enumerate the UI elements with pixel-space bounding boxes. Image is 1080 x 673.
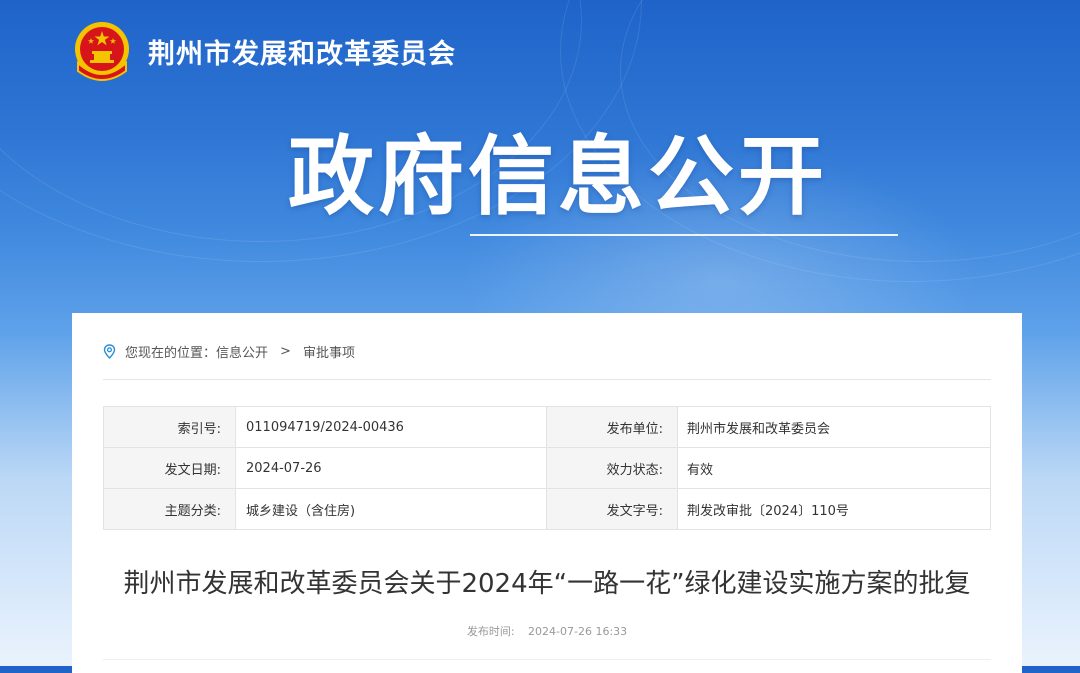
breadcrumb-item-approval[interactable]: 审批事项: [303, 342, 355, 361]
breadcrumb-separator: >: [280, 343, 291, 359]
content-divider: [103, 659, 991, 660]
publish-info: 发布时间: 2024-07-26 16:33: [72, 623, 1022, 639]
table-row: 主题分类: 城乡建设（含住房) 发文字号: 荆发改审批〔2024〕110号: [103, 488, 991, 530]
document-meta-table: 索引号: 011094719/2024-00436 发布单位: 荆州市发展和改革…: [103, 406, 991, 530]
breadcrumb: 您现在的位置： 信息公开 > 审批事项: [103, 339, 355, 363]
document-title: 荆州市发展和改革委员会关于2024年“一路一花”绿化建设实施方案的批复: [123, 569, 971, 599]
issue-date-label: 发文日期:: [103, 447, 236, 489]
publish-time-value: 2024-07-26 16:33: [528, 625, 628, 638]
status-value: 有效: [677, 447, 991, 489]
national-emblem-icon: [75, 22, 129, 81]
topic-value: 城乡建设（含住房): [235, 488, 547, 530]
location-pin-icon: [103, 343, 116, 359]
hero-underline: [470, 234, 898, 236]
issue-date-value: 2024-07-26: [235, 447, 547, 489]
site-name[interactable]: 荆州市发展和改革委员会: [148, 32, 456, 71]
publisher-value: 荆州市发展和改革委员会: [677, 406, 991, 448]
breadcrumb-prefix: 您现在的位置：: [125, 345, 217, 361]
breadcrumb-item-info-disclosure[interactable]: 信息公开: [216, 342, 268, 361]
status-label: 效力状态:: [546, 447, 678, 489]
publish-time-label: 发布时间:: [466, 625, 515, 638]
breadcrumb-divider: [103, 379, 991, 380]
content-card: 您现在的位置： 信息公开 > 审批事项 索引号: 011094719/2024-…: [72, 313, 1022, 673]
doc-number-value: 荆发改审批〔2024〕110号: [677, 488, 991, 530]
hero-title: 政府信息公开: [288, 127, 828, 227]
table-row: 发文日期: 2024-07-26 效力状态: 有效: [103, 447, 991, 489]
index-label: 索引号:: [103, 406, 236, 448]
topic-label: 主题分类:: [103, 488, 236, 530]
doc-number-label: 发文字号:: [546, 488, 678, 530]
publisher-label: 发布单位:: [546, 406, 678, 448]
site-header: 荆州市发展和改革委员会: [72, 16, 456, 86]
index-value: 011094719/2024-00436: [235, 406, 547, 448]
table-row: 索引号: 011094719/2024-00436 发布单位: 荆州市发展和改革…: [103, 406, 991, 448]
